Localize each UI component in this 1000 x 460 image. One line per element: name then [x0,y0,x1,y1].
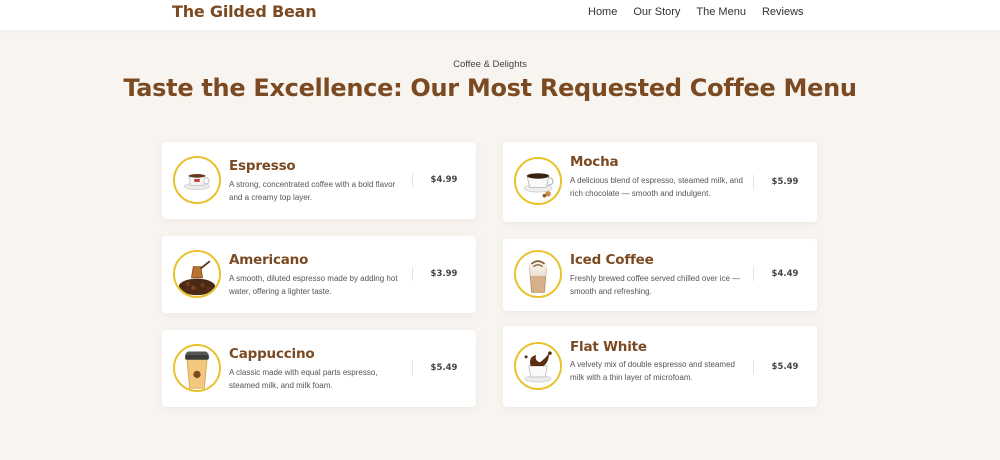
menu-card-iced-coffee: Iced Coffee Freshly brewed coffee served… [503,239,817,311]
espresso-cup-icon [173,156,221,204]
price-divider [412,361,413,375]
top-navbar: The Gilded Bean Home Our Story The Menu … [0,0,1000,30]
item-name: Cappuccino [229,346,315,362]
splash-cup-icon [514,342,562,390]
item-price: $5.99 [771,177,799,187]
item-name: Americano [229,252,309,268]
price-divider [753,360,754,374]
item-price: $5.49 [430,363,458,373]
mocha-cup-icon [514,157,562,205]
menu-card-espresso: Espresso A strong, concentrated coffee w… [162,142,476,219]
nav-link-the-menu[interactable]: The Menu [696,6,746,18]
item-description: Freshly brewed coffee served chilled ove… [570,274,741,296]
page-title: Taste the Excellence: Our Most Requested… [123,74,857,102]
nav-links: Home Our Story The Menu Reviews [588,6,820,18]
item-description: A strong, concentrated coffee with a bol… [229,180,396,202]
item-description: A classic made with equal parts espresso… [229,368,378,390]
menu-card-americano: Americano A smooth, diluted espresso mad… [162,236,476,313]
iced-coffee-glass-icon [514,250,562,298]
item-description: A smooth, diluted espresso made by addin… [229,274,398,296]
item-price: $5.49 [771,362,799,372]
nav-link-reviews[interactable]: Reviews [762,6,804,18]
price-divider [753,175,754,189]
section-eyebrow: Coffee & Delights [453,59,527,70]
item-description: A velvety mix of double espresso and ste… [570,360,735,382]
item-description: A delicious blend of espresso, steamed m… [570,176,743,198]
item-name: Flat White [570,339,647,355]
menu-card-cappuccino: Cappuccino A classic made with equal par… [162,330,476,407]
takeaway-cup-icon [173,344,221,392]
price-divider [412,267,413,281]
brand-logo[interactable]: The Gilded Bean [172,2,317,21]
menu-card-flat-white: Flat White A velvety mix of double espre… [503,326,817,407]
price-divider [753,267,754,281]
menu-card-mocha: Mocha A delicious blend of espresso, ste… [503,142,817,222]
item-name: Espresso [229,158,296,174]
item-name: Iced Coffee [570,252,654,268]
item-name: Mocha [570,154,619,170]
coffee-pot-beans-icon [173,250,221,298]
price-divider [412,173,413,187]
item-price: $4.49 [771,269,799,279]
nav-link-home[interactable]: Home [588,6,617,18]
item-price: $3.99 [430,269,458,279]
item-price: $4.99 [430,175,458,185]
nav-link-our-story[interactable]: Our Story [633,6,680,18]
